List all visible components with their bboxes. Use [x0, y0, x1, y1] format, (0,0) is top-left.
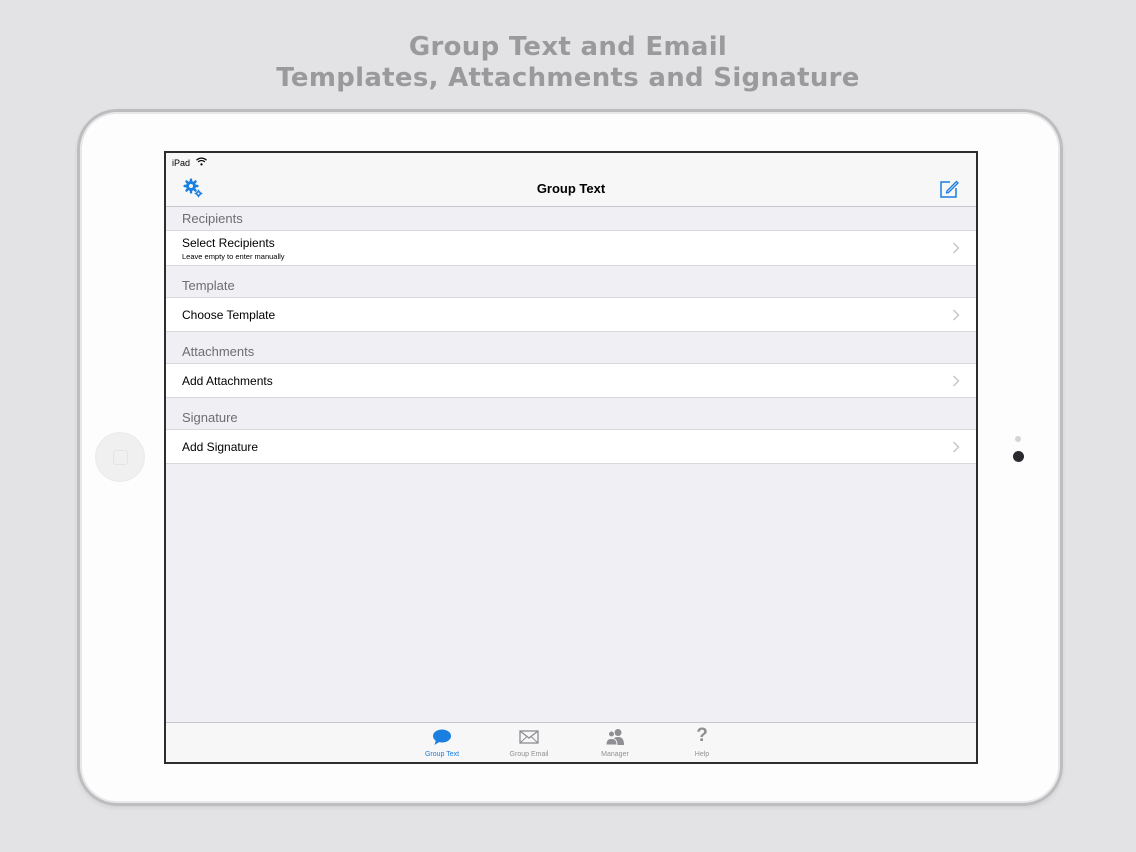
section-header-attachments: Attachments [182, 344, 255, 359]
speech-bubble-icon [433, 729, 451, 745]
tab-label: Group Text [424, 751, 460, 758]
question-mark-icon: ? [696, 725, 708, 746]
select-recipients-row[interactable]: Select Recipients Leave empty to enter m… [166, 230, 976, 266]
promo-line-1: Group Text and Email [408, 32, 728, 62]
home-button-square-icon [113, 450, 128, 465]
row-label: Choose Template [182, 308, 276, 322]
promo-caption: Group Text and Email Templates, Attachme… [0, 32, 1136, 94]
people-icon [605, 729, 624, 746]
tab-label: Group Email [509, 751, 549, 758]
nav-title: Group Text [536, 181, 606, 196]
chevron-right-icon [952, 309, 960, 321]
status-bar: iPad [166, 153, 976, 171]
ambient-sensor [1015, 436, 1021, 442]
chevron-right-icon [952, 441, 960, 453]
wifi-icon [196, 157, 207, 166]
settings-list: Recipients Select Recipients Leave empty… [166, 207, 976, 464]
row-label: Add Attachments [182, 374, 273, 388]
envelope-icon [519, 730, 539, 744]
app-screen: iPad Group Text Recipients Select Recipi… [164, 151, 978, 764]
section-header-recipients: Recipients [182, 211, 243, 226]
compose-icon[interactable] [938, 178, 960, 200]
tab-label: Help [694, 751, 710, 758]
tab-group-text[interactable]: Group Text [412, 723, 472, 762]
chevron-right-icon [952, 242, 960, 254]
navigation-bar: Group Text [166, 171, 976, 207]
camera-icon [1013, 451, 1024, 462]
tab-help[interactable]: ? Help [672, 723, 732, 762]
tab-group-email[interactable]: Group Email [499, 723, 559, 762]
row-label: Add Signature [182, 440, 259, 454]
tab-label: Manager [601, 751, 629, 758]
chevron-right-icon [952, 375, 960, 387]
add-attachments-row[interactable]: Add Attachments [166, 363, 976, 398]
add-signature-row[interactable]: Add Signature [166, 429, 976, 464]
section-header-signature: Signature [182, 410, 238, 425]
tab-bar: Group Text Group Email Manager ? Help [166, 722, 976, 762]
promo-line-2: Templates, Attachments and Signature [276, 63, 860, 93]
tab-manager[interactable]: Manager [585, 723, 645, 762]
row-label: Select Recipients [182, 236, 275, 250]
choose-template-row[interactable]: Choose Template [166, 297, 976, 332]
section-header-template: Template [182, 278, 235, 293]
row-sublabel: Leave empty to enter manually [182, 252, 285, 261]
home-button[interactable] [95, 432, 145, 482]
device-name: iPad [172, 158, 191, 168]
